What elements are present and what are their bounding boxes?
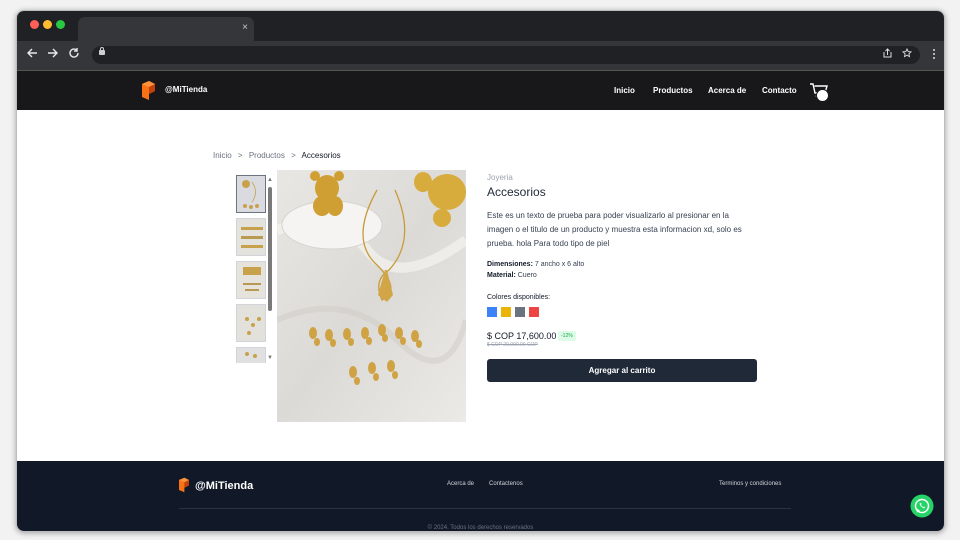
- site-footer: @MiTienda Acerca de Contactenos Terminos…: [17, 461, 944, 531]
- footer-divider: [179, 508, 791, 509]
- color-swatch-yellow[interactable]: [501, 307, 511, 317]
- product-main-image[interactable]: [277, 170, 466, 422]
- footer-brand-name[interactable]: @MiTienda: [195, 480, 253, 492]
- footer-link-terminos[interactable]: Terminos y condiciones: [719, 481, 781, 487]
- address-bar[interactable]: [92, 46, 920, 64]
- material-label: Material:: [487, 272, 516, 279]
- nav-link-acerca[interactable]: Acerca de: [708, 86, 746, 95]
- forward-icon[interactable]: [45, 47, 61, 63]
- material-value: Cuero: [517, 272, 537, 279]
- minimize-window-button[interactable]: [43, 20, 52, 29]
- share-icon[interactable]: [883, 48, 892, 63]
- breadcrumb-separator: >: [291, 151, 296, 160]
- dimensions-label: Dimensiones:: [487, 261, 533, 268]
- product-dimensions: Dimensiones: 7 ancho x 6 alto: [487, 261, 584, 268]
- color-swatch-red[interactable]: [529, 307, 539, 317]
- browser-window: × @MiTienda Inicio Productos Acerca de C…: [16, 10, 945, 532]
- colors-label: Colores disponibles:: [487, 294, 551, 301]
- reload-icon[interactable]: [66, 47, 82, 63]
- thumbnail-image[interactable]: [236, 218, 266, 256]
- original-price: $ COP 20,000.00 COP: [487, 342, 538, 348]
- product-material: Material: Cuero: [487, 272, 537, 279]
- discount-badge: -12%: [558, 331, 576, 341]
- star-icon[interactable]: [901, 47, 913, 63]
- cart-count-badge: [816, 89, 829, 102]
- site-header: @MiTienda Inicio Productos Acerca de Con…: [17, 71, 944, 110]
- product-title: Accesorios: [487, 185, 546, 199]
- close-window-button[interactable]: [30, 20, 39, 29]
- breadcrumb-item-inicio[interactable]: Inicio: [213, 151, 232, 160]
- nav-link-contacto[interactable]: Contacto: [762, 86, 797, 95]
- back-icon[interactable]: [24, 47, 40, 63]
- brand-name[interactable]: @MiTienda: [165, 85, 207, 94]
- scroll-up-icon[interactable]: ▲: [267, 177, 273, 183]
- brand-logo-icon[interactable]: [142, 81, 155, 100]
- breadcrumb-item-productos[interactable]: Productos: [249, 151, 285, 160]
- thumbnail-image[interactable]: [236, 304, 266, 342]
- product-description: Este es un texto de prueba para poder vi…: [487, 211, 742, 248]
- add-to-cart-button[interactable]: Agregar al carrito: [487, 359, 757, 382]
- browser-tab[interactable]: ×: [78, 17, 254, 41]
- color-swatch-blue[interactable]: [487, 307, 497, 317]
- breadcrumb: Inicio > Productos > Accesorios: [213, 151, 341, 160]
- browser-toolbar: [17, 41, 944, 70]
- thumbnail-list: [236, 175, 268, 363]
- footer-link-contactenos[interactable]: Contactenos: [489, 481, 523, 487]
- footer-link-acerca[interactable]: Acerca de: [447, 481, 474, 487]
- lock-icon: [99, 47, 105, 55]
- product-category: Joyeria: [487, 173, 513, 182]
- tab-bar: ×: [17, 11, 944, 41]
- thumbnail-scrollbar[interactable]: ▲ ▼: [267, 175, 273, 363]
- breadcrumb-current: Accesorios: [301, 151, 341, 160]
- thumbnail-image[interactable]: [236, 261, 266, 299]
- brand-logo-icon[interactable]: [179, 477, 189, 493]
- dimensions-value: 7 ancho x 6 alto: [534, 261, 585, 268]
- thumbnail-image[interactable]: [236, 175, 266, 213]
- product-price: $ COP 17,600.00: [487, 331, 557, 341]
- scroll-down-icon[interactable]: ▼: [267, 355, 273, 361]
- whatsapp-icon[interactable]: [910, 494, 934, 518]
- maximize-window-button[interactable]: [56, 20, 65, 29]
- breadcrumb-separator: >: [237, 151, 243, 160]
- color-swatch-gray[interactable]: [515, 307, 525, 317]
- nav-link-inicio[interactable]: Inicio: [614, 86, 635, 95]
- scrollbar-thumb[interactable]: [268, 187, 272, 311]
- close-tab-icon[interactable]: ×: [242, 22, 248, 34]
- nav-link-productos[interactable]: Productos: [653, 86, 693, 95]
- copyright-text: © 2024. Todos los derechos reservados: [427, 525, 534, 531]
- more-vert-icon[interactable]: [932, 48, 936, 64]
- thumbnail-image[interactable]: [236, 347, 266, 363]
